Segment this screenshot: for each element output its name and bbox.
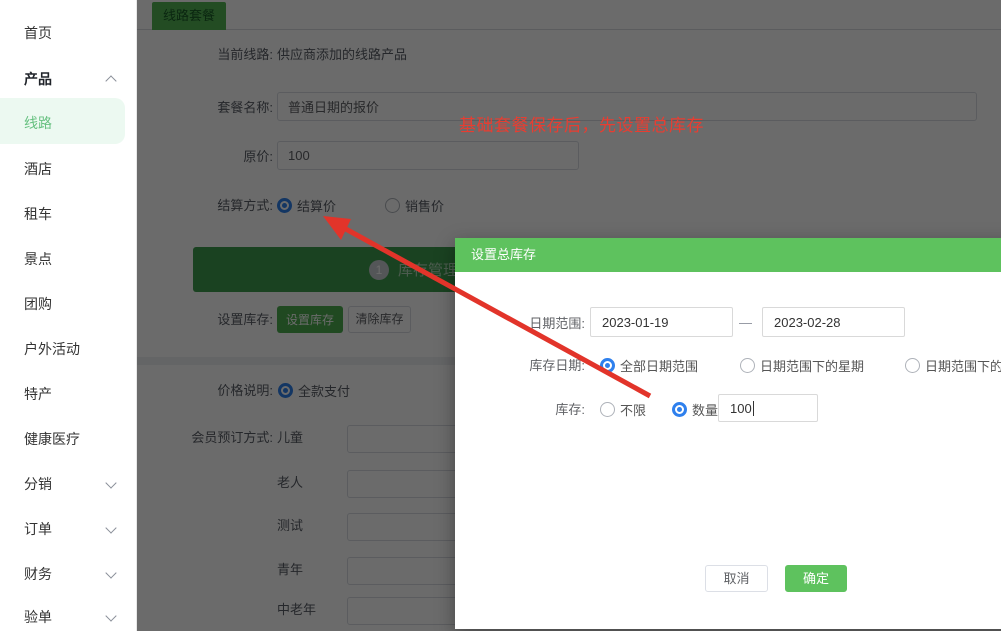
radio-selected-icon bbox=[672, 402, 687, 417]
weekday-of-range-radio[interactable]: 日期范围下的星期 bbox=[740, 356, 864, 375]
inventory-date-label: 库存日期: bbox=[455, 357, 585, 375]
sidebar-item-home[interactable]: 首页 bbox=[24, 23, 52, 43]
chevron-down-icon bbox=[105, 567, 116, 578]
sidebar-item-outdoor[interactable]: 户外活动 bbox=[24, 339, 80, 359]
dialog-title-bar[interactable]: 设置总库存 bbox=[455, 238, 1001, 272]
sidebar-item-car-rental[interactable]: 租车 bbox=[24, 204, 52, 224]
dialog-title: 设置总库存 bbox=[471, 247, 536, 262]
chevron-down-icon bbox=[105, 522, 116, 533]
app-window: 首页 产品 线路 酒店 租车 景点 团购 户外活动 特产 健康医疗 分销 订单 … bbox=[0, 0, 1001, 631]
sidebar-item-specialty[interactable]: 特产 bbox=[24, 384, 52, 404]
radio-selected-icon bbox=[600, 358, 615, 373]
day-of-range-radio[interactable]: 日期范围下的天 bbox=[905, 356, 1001, 375]
quantity-radio[interactable]: 数量 bbox=[672, 400, 718, 419]
total-inventory-dialog: 设置总库存 日期范围: — 库存日期: 全部日期范围 日期范围下的星期 日期范围… bbox=[455, 238, 1001, 629]
quantity-radio-label: 数量 bbox=[692, 400, 718, 419]
sidebar: 首页 产品 线路 酒店 租车 景点 团购 户外活动 特产 健康医疗 分销 订单 … bbox=[0, 0, 137, 631]
sidebar-item-group-buy[interactable]: 团购 bbox=[24, 294, 52, 314]
chevron-down-icon bbox=[105, 477, 116, 488]
date-range-separator: — bbox=[739, 315, 752, 330]
quantity-value: 100 bbox=[730, 401, 752, 416]
all-date-range-radio[interactable]: 全部日期范围 bbox=[600, 356, 698, 375]
radio-unselected-icon bbox=[740, 358, 755, 373]
date-range-label: 日期范围: bbox=[455, 315, 585, 333]
cancel-button[interactable]: 取消 bbox=[705, 565, 768, 592]
date-start-input[interactable] bbox=[590, 307, 733, 337]
chevron-up-icon bbox=[105, 75, 116, 86]
sidebar-item-health[interactable]: 健康医疗 bbox=[24, 429, 80, 449]
sidebar-group-verify[interactable]: 验单 bbox=[24, 607, 52, 627]
main-content: 线路套餐 当前线路: 供应商添加的线路产品 套餐名称: 原价: 结算方式: 结算… bbox=[137, 0, 1001, 631]
annotation-note: 基础套餐保存后，先设置总库存 bbox=[459, 111, 704, 136]
quantity-input[interactable]: 100 bbox=[718, 394, 818, 422]
text-caret bbox=[753, 401, 754, 416]
sidebar-item-attractions[interactable]: 景点 bbox=[24, 249, 52, 269]
sidebar-group-finance[interactable]: 财务 bbox=[24, 564, 52, 584]
inventory-label: 库存: bbox=[455, 401, 585, 419]
unlimited-radio-label: 不限 bbox=[620, 400, 646, 419]
weekday-of-range-radio-label: 日期范围下的星期 bbox=[760, 356, 864, 375]
sidebar-group-orders[interactable]: 订单 bbox=[24, 519, 52, 539]
unlimited-radio[interactable]: 不限 bbox=[600, 400, 646, 419]
radio-unselected-icon bbox=[600, 402, 615, 417]
sidebar-item-routes[interactable]: 线路 bbox=[24, 113, 52, 133]
chevron-down-icon bbox=[105, 610, 116, 621]
radio-unselected-icon bbox=[905, 358, 920, 373]
sidebar-item-hotel[interactable]: 酒店 bbox=[24, 159, 52, 179]
day-of-range-radio-label: 日期范围下的天 bbox=[925, 356, 1001, 375]
date-end-input[interactable] bbox=[762, 307, 905, 337]
all-date-range-radio-label: 全部日期范围 bbox=[620, 356, 698, 375]
confirm-button[interactable]: 确定 bbox=[785, 565, 847, 592]
sidebar-group-products[interactable]: 产品 bbox=[24, 69, 52, 89]
sidebar-group-distribution[interactable]: 分销 bbox=[24, 474, 52, 494]
sidebar-active-highlight bbox=[0, 98, 125, 144]
